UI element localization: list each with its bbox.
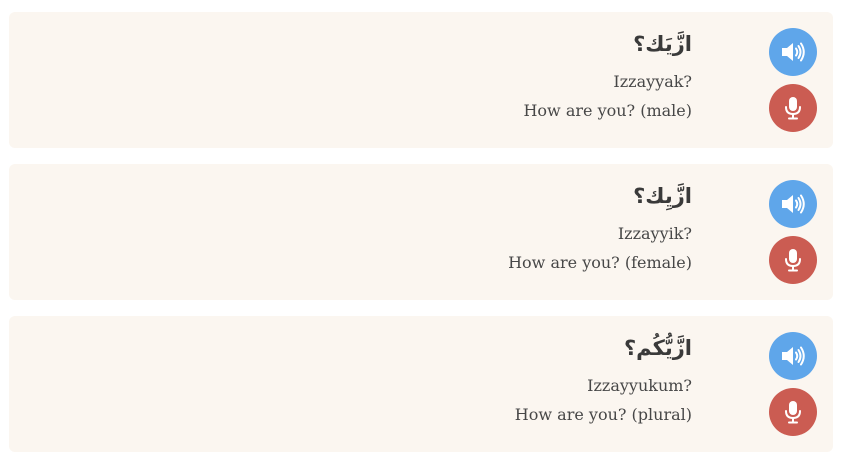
microphone-icon xyxy=(785,249,801,272)
transliteration: Izzayyukum? xyxy=(587,376,692,395)
microphone-icon xyxy=(785,401,801,424)
arabic-phrase: ازَّيُّكُم؟ xyxy=(623,336,692,360)
play-audio-button[interactable] xyxy=(769,180,817,228)
phrase-card: ازَّيُّكُم؟ Izzayyukum? How are you? (pl… xyxy=(9,316,833,452)
play-audio-button[interactable] xyxy=(769,332,817,380)
record-voice-button[interactable] xyxy=(769,236,817,284)
record-voice-button[interactable] xyxy=(769,84,817,132)
english-translation: How are you? (female) xyxy=(508,253,692,272)
english-translation: How are you? (plural) xyxy=(514,405,692,424)
microphone-icon xyxy=(785,97,801,120)
speaker-volume-icon xyxy=(782,346,805,366)
transliteration: Izzayyak? xyxy=(613,72,692,91)
arabic-phrase: ازَّيَك؟ xyxy=(633,32,692,56)
speaker-volume-icon xyxy=(782,42,805,62)
transliteration: Izzayyik? xyxy=(617,224,692,243)
phrase-card: ازَّيِك؟ Izzayyik? How are you? (female) xyxy=(9,164,833,300)
play-audio-button[interactable] xyxy=(769,28,817,76)
phrase-list: ازَّيَك؟ Izzayyak? How are you? (male) ا… xyxy=(0,0,852,466)
english-translation: How are you? (male) xyxy=(523,101,692,120)
phrase-card: ازَّيَك؟ Izzayyak? How are you? (male) xyxy=(9,12,833,148)
speaker-volume-icon xyxy=(782,194,805,214)
record-voice-button[interactable] xyxy=(769,388,817,436)
arabic-phrase: ازَّيِك؟ xyxy=(633,184,692,208)
